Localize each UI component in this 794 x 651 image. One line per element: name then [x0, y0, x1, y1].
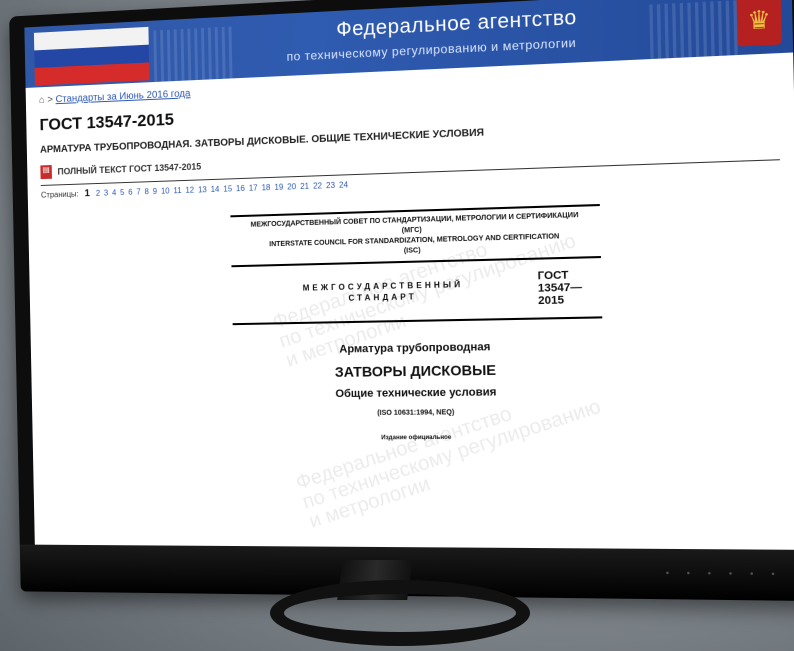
document-preview: МЕЖГОСУДАРСТВЕННЫЙ СОВЕТ ПО СТАНДАРТИЗАЦ…	[230, 200, 605, 442]
page-link[interactable]: 12	[185, 186, 194, 195]
page-link[interactable]: 23	[326, 181, 335, 190]
page-link[interactable]: 8	[144, 187, 148, 196]
home-icon[interactable]: ⌂	[39, 95, 45, 106]
browser-viewport: Федеральное агентство по техническому ре…	[24, 0, 794, 550]
pdf-icon: ▤	[40, 165, 52, 180]
page-link[interactable]: 3	[104, 189, 108, 198]
coat-of-arms-icon: ♛	[736, 0, 782, 47]
building-graphic	[649, 0, 738, 60]
breadcrumb-link[interactable]: Стандарты за Июнь 2016 года	[55, 88, 190, 105]
doc-title-2: ЗАТВОРЫ ДИСКОВЫЕ	[334, 361, 497, 380]
page-link[interactable]: 17	[249, 183, 258, 192]
page-link[interactable]: 9	[153, 187, 157, 196]
page-link[interactable]: 13	[198, 185, 207, 194]
page-current: 1	[84, 188, 90, 200]
page-link[interactable]: 2	[96, 189, 100, 198]
monitor: Федеральное агентство по техническому ре…	[9, 0, 794, 602]
doc-iso: (ISO 10631:1994, NEQ)	[377, 409, 455, 417]
page-link[interactable]: 16	[236, 184, 245, 193]
page-link[interactable]: 19	[274, 183, 283, 192]
page-link[interactable]: 7	[136, 187, 140, 196]
page-link[interactable]: 22	[313, 181, 322, 190]
page-link[interactable]: 4	[112, 188, 116, 197]
page-link[interactable]: 15	[223, 184, 232, 193]
page-link[interactable]: 24	[339, 180, 348, 189]
divider	[232, 316, 603, 326]
page-link[interactable]: 5	[120, 188, 124, 197]
page-link[interactable]: 10	[161, 186, 170, 195]
page-link[interactable]: 18	[261, 183, 270, 192]
page-link[interactable]: 11	[173, 186, 181, 195]
header-subtitle: по техническому регулированию и метролог…	[286, 35, 577, 64]
page-link[interactable]: 20	[287, 182, 296, 191]
gost-year: 2015	[538, 294, 565, 308]
monitor-buttons[interactable]: • • • • • •	[665, 569, 783, 580]
page-link[interactable]: 14	[211, 185, 220, 194]
russian-flag-icon	[33, 26, 150, 86]
page-link[interactable]: 21	[300, 182, 309, 191]
page-link[interactable]: 6	[128, 188, 132, 197]
doc-edition: Издание официальное	[381, 434, 452, 442]
monitor-stand-base	[270, 580, 530, 646]
pdf-link-label[interactable]: ПОЛНЫЙ ТЕКСТ ГОСТ 13547-2015	[57, 161, 201, 176]
doc-title-3: Общие технические условия	[335, 386, 497, 401]
pagination-label: Страницы:	[40, 189, 79, 200]
building-graphic	[153, 26, 233, 82]
doc-title-1: Арматура трубопроводная	[339, 341, 491, 356]
